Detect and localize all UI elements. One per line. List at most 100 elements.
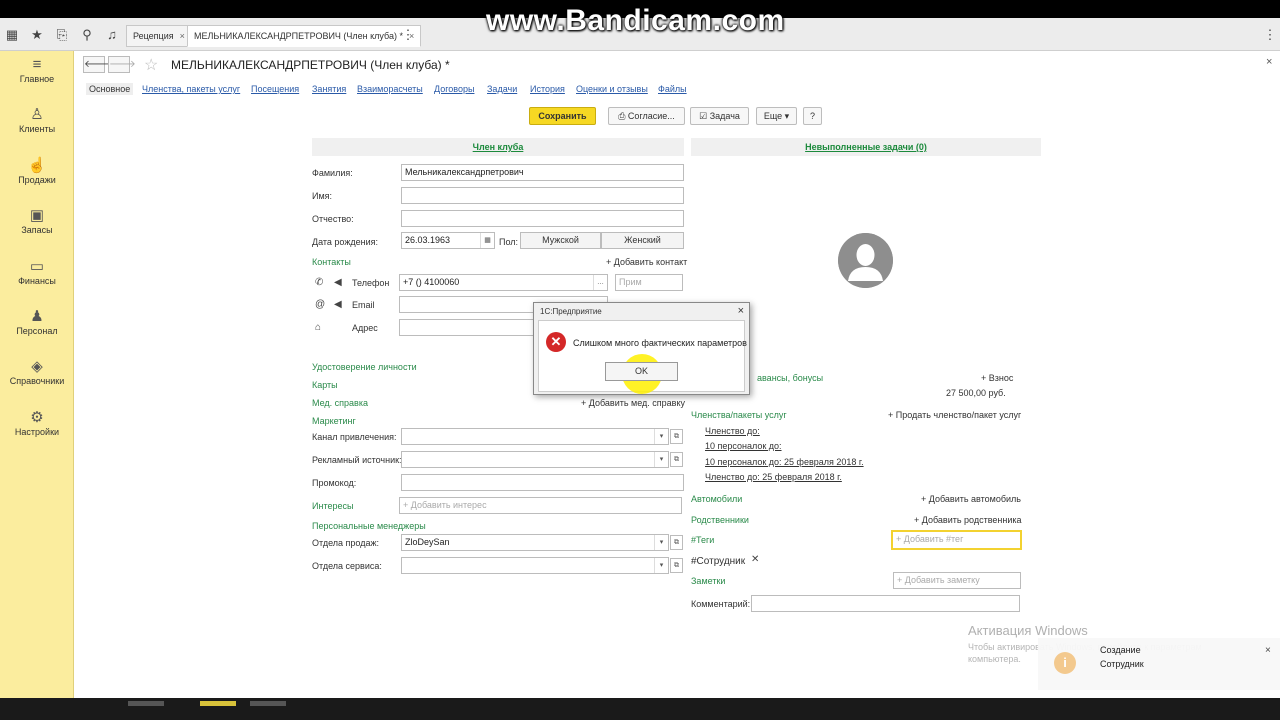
promo-field[interactable] (401, 474, 684, 491)
sidebar-item-sales[interactable]: ☝ Продажи (0, 157, 74, 185)
more-icon[interactable]: … (593, 275, 607, 290)
add-interest-field[interactable]: + Добавить интерес (399, 497, 682, 514)
calendar-icon[interactable]: ▦ (480, 233, 494, 248)
add-tag-field[interactable]: + Добавить #тег (891, 530, 1022, 550)
close-form-icon[interactable]: × (1266, 56, 1272, 68)
subtab-settlements[interactable]: Взаиморасчеты (357, 84, 423, 94)
med-heading[interactable]: Мед. справка (312, 398, 368, 408)
chevron-down-icon[interactable]: ▾ (654, 558, 668, 573)
promo-label: Промокод: (312, 478, 357, 488)
avatar[interactable] (838, 233, 893, 288)
subtab-files[interactable]: Файлы (658, 84, 687, 94)
more-button[interactable]: Еще ▾ (756, 107, 797, 125)
open-icon[interactable]: ⧉ (670, 429, 683, 444)
app-window: ▦ ★ ⎘ ⚲ ♫ Рецепция × МЕЛЬНИКАЛЕКСАНДРПЕТР… (0, 18, 1280, 698)
tasks-section-header[interactable]: Невыполненные задачи (0) (691, 138, 1041, 156)
member-section-header[interactable]: Член клуба (312, 138, 684, 156)
id-doc-heading[interactable]: Удостоверение личности (312, 362, 417, 372)
add-car-link[interactable]: + Добавить автомобиль (921, 494, 1021, 504)
membership-item[interactable]: Членство до: (705, 426, 760, 436)
sidebar-item-main[interactable]: ≡ Главное (0, 56, 74, 84)
add-relative-link[interactable]: + Добавить родственника (914, 515, 1022, 525)
sell-membership-link[interactable]: + Продать членство/пакет услуг (888, 410, 1021, 420)
speaker-icon[interactable]: ◀ (334, 299, 342, 310)
sidebar-item-directories[interactable]: ◈ Справочники (0, 358, 74, 386)
cards-heading[interactable]: Карты (312, 380, 338, 390)
subtab-main[interactable]: Основное (86, 83, 134, 95)
chevron-down-icon[interactable]: ▾ (654, 429, 668, 444)
back-button[interactable]: 🡐 (83, 56, 111, 73)
sidebar-item-clients[interactable]: ♙ Клиенты (0, 106, 74, 134)
name-field[interactable] (401, 187, 684, 204)
taskbar-item[interactable] (128, 701, 164, 706)
taskbar-item[interactable] (200, 701, 236, 706)
sidebar-item-stock[interactable]: ▣ Запасы (0, 207, 74, 235)
sex-male-button[interactable]: Мужской (520, 232, 601, 249)
consent-button[interactable]: ⎙ Согласие... (608, 107, 685, 125)
sex-female-button[interactable]: Женский (601, 232, 684, 249)
add-med-link[interactable]: + Добавить мед. справку (581, 398, 685, 408)
task-button[interactable]: ☑ Задача (690, 107, 749, 125)
membership-item[interactable]: 10 персоналок до: (705, 441, 782, 451)
subtab-memberships[interactable]: Членства, пакеты услуг (142, 84, 240, 94)
add-note-field[interactable]: + Добавить заметку (893, 572, 1021, 589)
search-icon[interactable]: ⚲ (79, 27, 95, 43)
sidebar-item-finance[interactable]: ▭ Финансы (0, 258, 74, 286)
speaker-icon[interactable]: ◀ (334, 277, 342, 288)
apps-grid-icon[interactable]: ▦ (4, 27, 20, 43)
sidebar-item-settings[interactable]: ⚙ Настройки (0, 409, 74, 437)
kebab-menu-icon[interactable]: ⋮ (1262, 27, 1278, 43)
patronymic-field[interactable] (401, 210, 684, 227)
bell-icon[interactable]: ♫ (104, 27, 120, 43)
help-button[interactable]: ? (803, 107, 822, 125)
taskbar-item[interactable] (250, 701, 286, 706)
name-label: Имя: (312, 191, 333, 201)
chevron-down-icon[interactable]: ▾ (654, 452, 668, 467)
service-manager-select[interactable]: ▾ (401, 557, 669, 574)
consent-label: Согласие... (627, 111, 675, 121)
star-icon[interactable]: ★ (29, 27, 45, 43)
sidebar-item-staff[interactable]: ♟ Персонал (0, 308, 74, 336)
phone-field[interactable]: +7 () 4100060… (399, 274, 608, 291)
notification-popup[interactable]: i Создание Сотрудник × (1038, 638, 1280, 690)
comment-field[interactable] (751, 595, 1020, 612)
forward-button[interactable]: 🡒 (108, 56, 136, 73)
tab-actions-icon[interactable]: ⋮ (400, 27, 416, 43)
open-icon[interactable]: ⧉ (670, 452, 683, 467)
open-icon[interactable]: ⧉ (670, 558, 683, 573)
tags-heading: #Теги (691, 535, 715, 545)
surname-field[interactable]: Мельникалександрпетрович (401, 164, 684, 181)
history-icon[interactable]: ⎘ (54, 27, 70, 43)
remove-tag-icon[interactable]: ✕ (751, 554, 759, 565)
sidebar-item-label: Настройки (14, 427, 60, 437)
subtab-reviews[interactable]: Оценки и отзывы (576, 84, 648, 94)
memberships-heading: Членства/пакеты услуг (691, 410, 787, 420)
tab-label: Рецепция (133, 31, 174, 41)
add-contact-link[interactable]: + Добавить контакт (606, 257, 687, 267)
phone-note-field[interactable]: Прим (615, 274, 683, 291)
favorite-star-icon[interactable]: ☆ (144, 55, 158, 75)
ad-source-select[interactable]: ▾ (401, 451, 669, 468)
subtab-contracts[interactable]: Договоры (434, 84, 474, 94)
open-icon[interactable]: ⧉ (670, 535, 683, 550)
close-icon[interactable]: × (180, 31, 185, 41)
ok-button[interactable]: OK (605, 362, 678, 381)
membership-item[interactable]: Членство до: 25 февраля 2018 г. (705, 472, 842, 482)
channel-label: Канал привлечения: (312, 432, 397, 442)
sales-manager-select[interactable]: ZloDeySan ▾ (401, 534, 669, 551)
dialog-close-icon[interactable]: × (738, 305, 744, 317)
channel-select[interactable]: ▾ (401, 428, 669, 445)
notes-heading: Заметки (691, 576, 726, 586)
subtab-classes[interactable]: Занятия (312, 84, 346, 94)
subtab-history[interactable]: История (530, 84, 565, 94)
notification-close-icon[interactable]: × (1265, 645, 1271, 656)
tab-reception[interactable]: Рецепция × (126, 25, 192, 47)
subtab-visits[interactable]: Посещения (251, 84, 299, 94)
tab-member[interactable]: МЕЛЬНИКАЛЕКСАНДРПЕТРОВИЧ (Член клуба) * × (187, 25, 422, 47)
subtab-tasks[interactable]: Задачи (487, 84, 517, 94)
add-fee-link[interactable]: + Взнос (981, 373, 1013, 383)
dob-field[interactable]: 26.03.1963 ▦ (401, 232, 495, 249)
save-button[interactable]: Сохранить (529, 107, 596, 125)
membership-item[interactable]: 10 персоналок до: 25 февраля 2018 г. (705, 457, 864, 467)
chevron-down-icon[interactable]: ▾ (654, 535, 668, 550)
